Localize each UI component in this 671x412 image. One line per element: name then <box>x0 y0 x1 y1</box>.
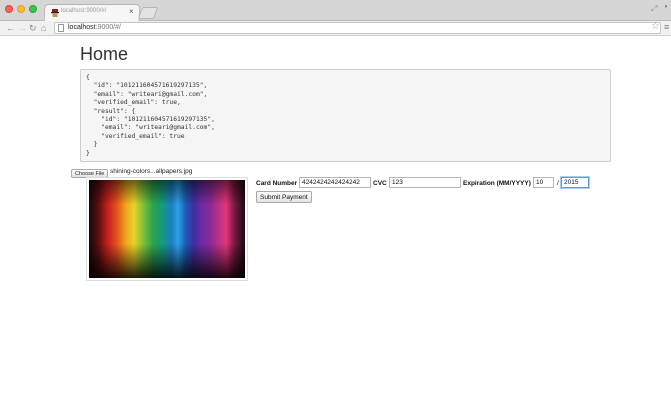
card-number-label: Card Number <box>256 180 298 187</box>
reload-icon[interactable]: ↻ <box>29 22 37 34</box>
expiration-month-input[interactable] <box>533 177 554 188</box>
url-host: localhost <box>68 24 96 31</box>
page-icon <box>58 24 64 32</box>
fullscreen-icon[interactable]: ⤢ <box>651 4 657 14</box>
hamburger-menu-icon[interactable]: ≡ <box>664 22 669 32</box>
home-icon[interactable]: ⌂ <box>41 22 46 34</box>
tab-title: localhost:9000/#/ <box>61 8 107 14</box>
tab-close-icon[interactable]: × <box>129 7 134 17</box>
profile-icon[interactable]: ◔ <box>662 2 668 13</box>
page-title: Home <box>80 44 129 64</box>
expiration-separator: / <box>557 180 559 187</box>
json-output: { "id": "101211604571619297135", "email"… <box>80 69 611 162</box>
selected-file-name: shining-colors...allpapers.jpg <box>110 168 193 175</box>
star-icon[interactable]: ☆ <box>651 21 660 32</box>
image-preview <box>86 177 248 281</box>
address-bar[interactable] <box>54 22 661 34</box>
cvc-label: CVC <box>373 180 387 187</box>
json-output-text: { "id": "101211604571619297135", "email"… <box>86 74 215 157</box>
close-window-button[interactable] <box>5 5 13 13</box>
expiration-year-input[interactable] <box>561 177 589 188</box>
url-path: :9000/#/ <box>95 24 121 31</box>
preview-image <box>89 180 245 278</box>
cvc-input[interactable] <box>389 177 461 188</box>
forward-arrow-icon[interactable]: → <box>18 22 27 34</box>
minimize-window-button[interactable] <box>17 5 25 13</box>
zoom-window-button[interactable] <box>29 5 37 13</box>
favicon-icon <box>51 9 59 17</box>
url-text[interactable]: localhost:9000/#/ <box>68 23 121 33</box>
back-arrow-icon[interactable]: ← <box>6 22 15 34</box>
submit-payment-button[interactable]: Submit Payment <box>256 191 312 203</box>
card-number-input[interactable] <box>299 177 371 188</box>
expiration-label: Expiration (MM/YYYY) <box>463 180 531 187</box>
